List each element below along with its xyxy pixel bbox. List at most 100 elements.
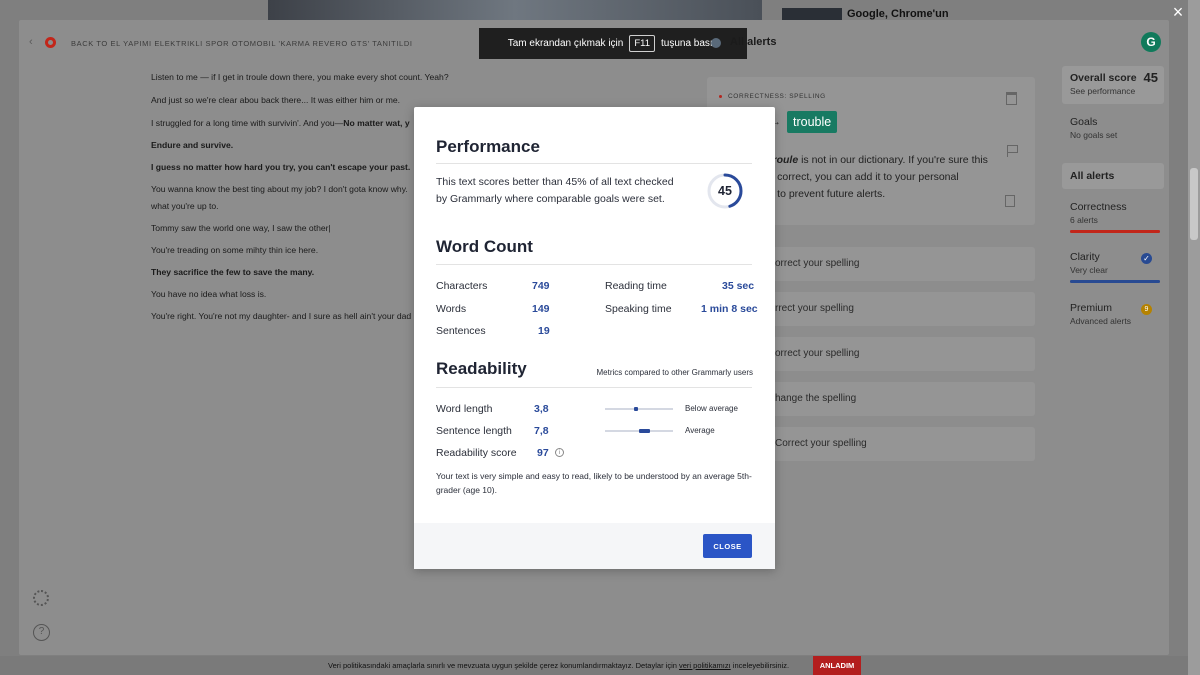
characters-value: 749 bbox=[532, 280, 550, 292]
premium-sub: Advanced alerts bbox=[1070, 316, 1131, 326]
text-line-content: I struggled for a long time with survivi… bbox=[151, 118, 344, 128]
text-line-content: You wanna know the best ting about my jo… bbox=[151, 184, 408, 194]
all-alerts-item[interactable]: All alerts bbox=[1062, 163, 1164, 189]
clarity-label: Clarity bbox=[1070, 251, 1100, 263]
sentences-value: 19 bbox=[538, 325, 550, 337]
alert-row[interactable]: orrect your spelling bbox=[765, 247, 1035, 281]
sentence-length-slider bbox=[605, 429, 673, 433]
flag-icon[interactable] bbox=[1007, 145, 1018, 157]
divider bbox=[436, 264, 752, 265]
sentence-length-value: 7,8 bbox=[534, 425, 549, 437]
add-to-dictionary-icon[interactable] bbox=[1005, 195, 1015, 207]
help-icon[interactable]: ? bbox=[33, 624, 50, 641]
text-line-content: I guess no matter how hard you try, you … bbox=[151, 162, 411, 172]
alert-row[interactable]: hange the spelling bbox=[765, 382, 1035, 416]
gear-icon[interactable] bbox=[33, 590, 49, 606]
sentence-length-level: Average bbox=[685, 426, 715, 435]
correctness-item[interactable]: Correctness 6 alerts bbox=[1062, 198, 1164, 238]
text-line-content: Listen to me — if I get in troule down t… bbox=[151, 72, 449, 82]
text-line-content: You have no idea what loss is. bbox=[151, 289, 267, 299]
word-length-marker bbox=[633, 407, 638, 411]
readability-note-line: grader (age 10). bbox=[436, 485, 497, 495]
score-ring-value: 45 bbox=[718, 184, 732, 198]
premium-count-badge: 9 bbox=[1141, 304, 1152, 315]
cookie-bar: Veri politikasındaki amaçlarla sınırlı v… bbox=[0, 656, 1188, 675]
sentences-label: Sentences bbox=[436, 325, 486, 337]
overall-score-panel[interactable]: Overall score See performance 45 bbox=[1062, 66, 1164, 104]
suggestion-button[interactable]: trouble bbox=[787, 111, 838, 133]
goals-item[interactable]: Goals No goals set bbox=[1062, 112, 1164, 146]
metrics-note: Metrics compared to other Grammarly user… bbox=[596, 368, 754, 377]
premium-item[interactable]: Premium Advanced alerts 9 bbox=[1062, 299, 1164, 333]
reading-time-value: 35 sec bbox=[722, 280, 755, 292]
clarity-item[interactable]: Clarity Very clear ✓ bbox=[1062, 248, 1164, 288]
chevron-left-icon[interactable]: ‹ bbox=[29, 36, 39, 48]
back-to-document-link[interactable]: BACK TO EL YAPIMI ELEKTRIKLI SPOR OTOMOB… bbox=[71, 39, 413, 48]
correctness-bar-fill bbox=[1070, 230, 1160, 233]
cookie-accept-button[interactable]: ANLADIM bbox=[813, 656, 861, 675]
clarity-bar-fill bbox=[1070, 280, 1160, 283]
article-photo bbox=[268, 0, 762, 22]
readability-note: Your text is very simple and easy to rea… bbox=[436, 469, 766, 497]
correctness-sub: 6 alerts bbox=[1070, 215, 1098, 225]
close-icon[interactable]: × bbox=[1168, 2, 1188, 22]
cookie-text-part: inceleyebilirsiniz. bbox=[732, 661, 790, 670]
premium-label: Premium bbox=[1070, 302, 1113, 314]
divider bbox=[436, 163, 752, 164]
text-line-content: what you're up to. bbox=[151, 201, 219, 211]
see-performance-link[interactable]: See performance bbox=[1070, 86, 1135, 96]
f11-key: F11 bbox=[629, 35, 655, 52]
text-line-content: And just so we're clear abou back there.… bbox=[151, 95, 401, 105]
alert-row[interactable]: rrect your spelling bbox=[765, 292, 1035, 326]
text-line[interactable]: I struggled for a long time with survivi… bbox=[151, 118, 410, 128]
words-label: Words bbox=[436, 303, 467, 315]
privacy-link[interactable]: veri politikamızı bbox=[679, 661, 731, 670]
text-line[interactable]: And just so we're clear abou back there.… bbox=[151, 95, 400, 105]
sentence-length-label: Sentence length bbox=[436, 425, 512, 437]
goals-sub: No goals set bbox=[1070, 130, 1118, 140]
clarity-bar bbox=[1070, 280, 1160, 283]
info-icon[interactable]: i bbox=[555, 448, 564, 457]
alert-category: CORRECTNESS: SPELLING bbox=[719, 93, 826, 100]
text-line[interactable]: Tommy saw the world one way, I saw the o… bbox=[151, 223, 331, 233]
text-line[interactable]: You wanna know the best ting about my jo… bbox=[151, 184, 408, 194]
text-line[interactable]: You have no idea what loss is. bbox=[151, 289, 266, 299]
editor-header: ‹ BACK TO EL YAPIMI ELEKTRIKLI SPOR OTOM… bbox=[19, 20, 1169, 66]
text-line[interactable]: Endure and survive. bbox=[151, 140, 233, 150]
performance-text-line: by Grammarly where comparable goals were… bbox=[436, 193, 665, 205]
overall-score-value: 45 bbox=[1143, 70, 1158, 85]
cookie-text-part: Veri politikasındaki amaçlarla sınırlı v… bbox=[328, 661, 677, 670]
text-line[interactable]: what you're up to. bbox=[151, 201, 219, 211]
close-button[interactable]: CLOSE bbox=[703, 534, 752, 558]
alert-row[interactable]: orrect your spelling bbox=[765, 337, 1035, 371]
word-length-level: Below average bbox=[685, 404, 738, 413]
text-line[interactable]: Listen to me — if I get in troule down t… bbox=[151, 72, 449, 82]
sentence-length-marker bbox=[639, 429, 651, 433]
alerts-heading-text: All alerts bbox=[730, 36, 777, 48]
text-line[interactable]: I guess no matter how hard you try, you … bbox=[151, 162, 410, 172]
text-line-content: You're right. You're not my daughter- an… bbox=[151, 311, 412, 321]
news-headline[interactable]: Google, Chrome'un bbox=[847, 8, 949, 20]
speaking-time-value: 1 min 8 sec bbox=[701, 303, 758, 315]
grammarly-account-icon[interactable]: G bbox=[1141, 32, 1161, 52]
text-line[interactable]: You're treading on some mihty thin ice h… bbox=[151, 245, 318, 255]
fullscreen-text: Tam ekrandan çıkmak için bbox=[507, 38, 624, 49]
text-line-content: You're treading on some mihty thin ice h… bbox=[151, 245, 319, 255]
check-icon: ✓ bbox=[1141, 253, 1152, 264]
correctness-label: Correctness bbox=[1070, 201, 1127, 213]
speaking-time-label: Speaking time bbox=[605, 303, 672, 315]
trash-icon[interactable] bbox=[1006, 92, 1017, 105]
page-scrollbar[interactable] bbox=[1188, 0, 1200, 675]
scrollbar-thumb[interactable] bbox=[1190, 168, 1198, 240]
word-length-slider bbox=[605, 407, 673, 411]
performance-modal: Performance This text scores better than… bbox=[414, 107, 775, 569]
performance-text: This text scores better than 45% of all … bbox=[436, 174, 674, 208]
all-alerts-label: All alerts bbox=[1070, 170, 1115, 182]
text-line[interactable]: They sacrifice the few to save the many. bbox=[151, 267, 314, 277]
text-line-content: They sacrifice the few to save the many. bbox=[151, 267, 315, 277]
text-line[interactable]: You're right. You're not my daughter- an… bbox=[151, 311, 411, 321]
goals-label: Goals bbox=[1070, 116, 1098, 128]
alert-row[interactable]: Correct your spelling bbox=[765, 427, 1035, 461]
performance-text-line: This text scores better than 45% of all … bbox=[436, 176, 674, 188]
alert-desc-line: y to prevent future alerts. bbox=[769, 188, 886, 200]
